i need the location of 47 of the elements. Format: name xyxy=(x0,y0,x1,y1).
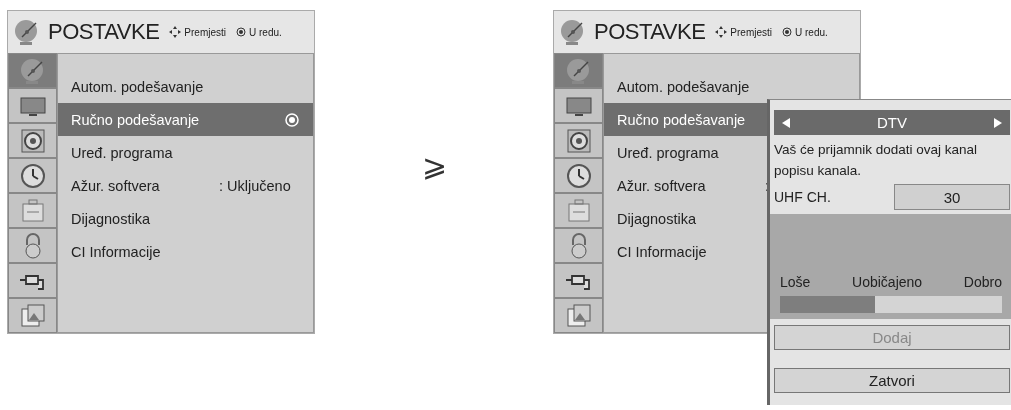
ok-icon xyxy=(236,27,246,37)
menu-item[interactable]: Autom. podešavanje xyxy=(604,70,859,103)
item-label: Ručno podešavanje xyxy=(617,111,747,128)
category-tab[interactable] xyxy=(554,263,603,298)
menu-title: POSTAVKE xyxy=(594,19,706,45)
menu-item[interactable]: Autom. podešavanje xyxy=(58,70,313,103)
item-label: Uređ. programa xyxy=(71,144,174,161)
menu-item[interactable]: Dijagnostika xyxy=(58,202,313,235)
dialog-button[interactable]: Zatvori xyxy=(774,368,1010,393)
item-value: : Uključeno xyxy=(219,177,291,194)
menu-item[interactable]: Ručno podešavanje xyxy=(58,103,313,136)
channel-type-selector[interactable]: DTV xyxy=(774,110,1010,135)
hint-label: U redu. xyxy=(249,26,282,38)
arrows-icon xyxy=(169,26,182,38)
category-tab[interactable] xyxy=(554,158,603,193)
field-label: UHF CH. xyxy=(774,189,831,205)
next-step-sign: ⩾ xyxy=(421,148,447,183)
right-arrow-icon xyxy=(994,117,1002,128)
category-tab[interactable] xyxy=(8,123,57,158)
hint-label: Premjesti xyxy=(184,26,226,38)
item-label: CI Informacije xyxy=(71,243,162,260)
hint-label: Premjesti xyxy=(730,26,772,38)
signal-label: Loše xyxy=(780,274,811,290)
item-label: Ažur. softvera xyxy=(71,177,161,194)
item-label: Dijagnostika xyxy=(71,210,151,227)
item-label: CI Informacije xyxy=(617,243,708,260)
item-label: Ažur. softvera xyxy=(617,177,707,194)
item-value: : xyxy=(765,177,770,194)
hint-label: U redu. xyxy=(795,26,828,38)
item-label: Autom. podešavanje xyxy=(71,78,205,95)
item-label: Autom. podešavanje xyxy=(617,78,751,95)
category-tab[interactable] xyxy=(8,263,57,298)
menu-item[interactable]: CI Informacije xyxy=(58,235,313,268)
channel-field[interactable]: 30 xyxy=(894,184,1010,210)
left-arrow-icon xyxy=(782,117,790,128)
signal-label: Uobičajeno xyxy=(852,274,923,290)
arrows-icon xyxy=(715,26,728,38)
ok-icon xyxy=(782,27,792,37)
signal-label: Dobro xyxy=(963,274,1002,290)
category-tab[interactable] xyxy=(8,158,57,193)
info-message: Vaš će prijamnik dodati ovaj kanal popisu kanala. xyxy=(774,141,979,180)
item-label: Ručno podešavanje xyxy=(71,111,201,128)
menu-item[interactable]: Ažur. softvera : Uključeno xyxy=(58,169,313,202)
menu-title: POSTAVKE xyxy=(48,19,160,45)
category-tab[interactable] xyxy=(554,123,603,158)
menu-item[interactable]: Uređ. programa xyxy=(58,136,313,169)
item-label: Dijagnostika xyxy=(617,210,697,227)
